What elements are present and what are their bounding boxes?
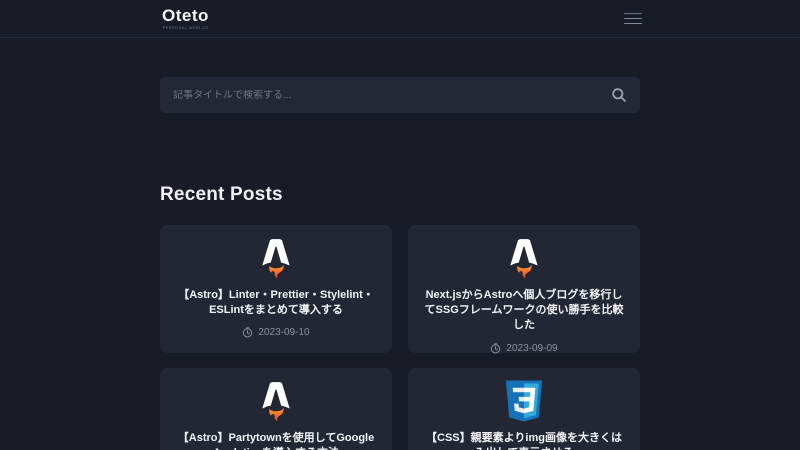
- post-title: 【Astro】Linter・Prettier・Stylelint・ESLintを…: [174, 288, 378, 318]
- post-card[interactable]: 【Astro】Linter・Prettier・Stylelint・ESLintを…: [160, 225, 392, 353]
- clock-icon: [490, 343, 501, 354]
- astro-logo-icon: [503, 237, 545, 279]
- site-logo-text: Oteto: [162, 7, 209, 26]
- main-content: Recent Posts 【Astro】Linter・Prettier・Styl…: [160, 77, 640, 450]
- post-date-text: 2023-09-09: [506, 343, 557, 354]
- post-card[interactable]: 【Astro】Partytownを使用してGoogle Analyticsを導入…: [160, 368, 392, 450]
- astro-logo-icon: [255, 380, 297, 422]
- post-card[interactable]: Next.jsからAstroへ個人ブログを移行してSSGフレームワークの使い勝手…: [408, 225, 640, 353]
- search-bar: [160, 77, 640, 113]
- hamburger-menu-icon[interactable]: [624, 13, 642, 25]
- search-input[interactable]: [173, 90, 611, 101]
- clock-icon: [242, 327, 253, 338]
- post-title: 【CSS】親要素よりimg画像を大きくはみ出して表示させる: [422, 431, 626, 450]
- header: Oteto personal weblog: [0, 0, 800, 38]
- recent-posts-heading: Recent Posts: [160, 184, 640, 206]
- post-date: 2023-09-09: [490, 343, 557, 354]
- post-date-text: 2023-09-10: [258, 327, 309, 338]
- site-logo[interactable]: Oteto personal weblog: [162, 7, 209, 31]
- site-logo-tagline: personal weblog: [163, 25, 209, 30]
- astro-logo-icon: [255, 237, 297, 279]
- search-icon[interactable]: [611, 87, 627, 103]
- posts-grid: 【Astro】Linter・Prettier・Stylelint・ESLintを…: [160, 225, 640, 450]
- post-title: Next.jsからAstroへ個人ブログを移行してSSGフレームワークの使い勝手…: [422, 288, 626, 334]
- post-card[interactable]: 【CSS】親要素よりimg画像を大きくはみ出して表示させる: [408, 368, 640, 450]
- post-title: 【Astro】Partytownを使用してGoogle Analyticsを導入…: [174, 431, 378, 450]
- css3-logo-icon: [503, 380, 545, 422]
- post-date: 2023-09-10: [242, 327, 309, 338]
